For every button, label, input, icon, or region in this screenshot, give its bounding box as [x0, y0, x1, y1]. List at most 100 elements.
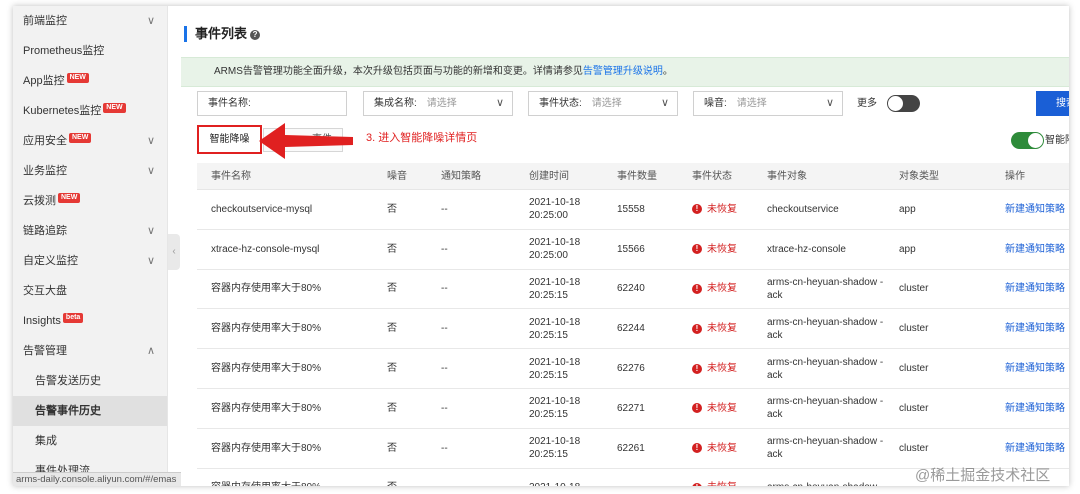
header-created: 创建时间 — [529, 170, 569, 182]
cell-noise: 否 — [387, 283, 397, 295]
cell-count: 62276 — [617, 363, 645, 375]
cell-state: ! 未恢复 — [692, 389, 764, 428]
cell-created: 2021-10-18 20:25:15 — [529, 316, 581, 341]
chevron-down-icon: ∨ — [146, 225, 155, 237]
cell-object-type: app — [899, 203, 916, 215]
sidebar-item-label: 自定义监控 — [23, 255, 78, 267]
sidebar-item-label: 前端监控 — [23, 15, 67, 27]
integration-select[interactable]: 集成名称: 请选择 ∨ — [363, 91, 513, 116]
smart-denoise-toggle-label: 智能降噪 — [1045, 135, 1069, 146]
cell-state: ! 未恢复 — [692, 270, 764, 309]
sidebar-item-frontend-monitor[interactable]: 前端监控 ∨ — [13, 6, 167, 36]
chevron-up-icon: ∧ — [146, 345, 155, 357]
sidebar-item-integration[interactable]: 集成 — [13, 426, 167, 456]
help-icon[interactable]: ? — [250, 30, 261, 40]
more-toggle[interactable] — [887, 95, 920, 112]
cell-policy: -- — [441, 283, 448, 295]
cell-object: checkoutservice — [767, 203, 839, 215]
sidebar-item-custom-monitor[interactable]: 自定义监控 ∨ — [13, 246, 167, 276]
new-policy-link[interactable]: 新建通知策略 — [1005, 190, 1069, 229]
cell-event-name: 容器内存使用率大于80% — [211, 402, 322, 414]
cell-policy: -- — [441, 469, 521, 486]
sidebar-item-alert-send-history[interactable]: 告警发送历史 — [13, 366, 167, 396]
cell-event-name: checkoutservice-mysql — [211, 203, 313, 215]
noise-select[interactable]: 噪音: 请选择 ∨ — [693, 91, 843, 116]
cell-object: arms-cn-heyuan-shadow -ack — [767, 396, 884, 421]
sidebar-item-insights[interactable]: Insights beta — [13, 306, 167, 336]
table-row[interactable]: 容器内存使用率大于80% 否 -- 2021-10-18 20:25:15 62276!… — [197, 349, 1069, 389]
cell-noise: 否 — [387, 469, 427, 486]
smart-denoise-button[interactable]: 智能降噪 — [197, 125, 262, 154]
cell-policy: -- — [441, 203, 448, 215]
sidebar-item-prometheus[interactable]: Prometheus监控 — [13, 36, 167, 66]
cell-created: 2021-10-18 20:25:15 — [529, 436, 581, 461]
event-name-label: 事件名称: — [208, 98, 251, 109]
new-policy-link[interactable]: 新建通知策略 — [1005, 349, 1069, 388]
sidebar-item-tracing[interactable]: 链路追踪 ∨ — [13, 216, 167, 246]
cell-policy: -- — [441, 402, 448, 414]
table-row[interactable]: 容器内存使用率大于80% 否 -- 2021-10-18 20:25:15 62244!… — [197, 309, 1069, 350]
upgrade-notice-link[interactable]: 告警管理升级说明 — [583, 66, 663, 77]
cell-created: 2021-10-18 20:25:15 — [529, 356, 581, 381]
cell-object: arms-cn-heyuan-shadow -ack — [767, 276, 884, 301]
sidebar-item-business-monitor[interactable]: 业务监控 ∨ — [13, 156, 167, 186]
state-text: 未恢复 — [707, 442, 737, 454]
smart-denoise-toggle[interactable] — [1011, 132, 1044, 149]
sidebar-item-cloud-probe[interactable]: 云拨测 NEW — [13, 186, 167, 216]
event-name-input[interactable]: 事件名称: — [197, 91, 347, 116]
cell-event-name: 容器内存使用率大于80% — [211, 363, 322, 375]
sidebar-item-label: 集成 — [35, 435, 57, 447]
sidebar-item-app-security[interactable]: 应用安全 NEW ∨ — [13, 126, 167, 156]
new-policy-link[interactable]: 新建通知策略 — [1005, 389, 1069, 428]
cell-state: ! 未恢复 — [692, 429, 764, 468]
cell-object: arms-cn-heyuan-shadow -ack — [767, 436, 884, 461]
header-object: 事件对象 — [767, 170, 807, 182]
cell-object-type: cluster — [899, 402, 929, 414]
table-row[interactable]: xtrace-hz-console-mysql 否 -- 2021-10-18 20:… — [197, 229, 1069, 270]
chevron-down-icon: ∨ — [660, 97, 669, 109]
sidebar-collapse-handle[interactable]: ‹ — [168, 234, 180, 270]
cell-count — [617, 469, 687, 486]
new-policy-link[interactable]: 新建通知策略 — [1005, 270, 1069, 309]
state-text: 未恢复 — [707, 323, 737, 335]
cell-object-type: cluster — [899, 363, 929, 375]
sidebar-item-app-monitor[interactable]: App监控 NEW — [13, 66, 167, 96]
sidebar-item-label: 告警事件历史 — [35, 405, 101, 417]
cell-state: ! 未恢复 — [692, 469, 764, 486]
search-button[interactable]: 搜索 — [1036, 91, 1069, 116]
cell-object: xtrace-hz-console — [767, 243, 846, 255]
new-policy-link[interactable]: 新建通知策略 — [1005, 429, 1069, 468]
sidebar-item-label: 云拨测 — [23, 195, 56, 207]
cell-created: 2021-10-18 20:25:15 — [529, 396, 581, 421]
sidebar-item-label: Insights — [23, 315, 61, 327]
sidebar-item-kubernetes[interactable]: Kubernetes监控 NEW — [13, 96, 167, 126]
sidebar-item-alert-event-history[interactable]: 告警事件历史 — [13, 396, 167, 426]
cell-policy: -- — [441, 243, 448, 255]
cell-noise: 否 — [387, 323, 397, 335]
table-row[interactable]: 容器内存使用率大于80% 否 -- 2021-10-18 20:25:15 62271!… — [197, 388, 1069, 429]
sidebar-item-alert-management[interactable]: 告警管理 ∧ — [13, 336, 167, 366]
sidebar-item-label: App监控 — [23, 75, 65, 87]
notice-end: 。 — [662, 66, 673, 77]
table-row[interactable]: 容器内存使用率大于80% 否 -- 2021-10-18 20:25:15 62240!… — [197, 269, 1069, 310]
sidebar-item-dashboard[interactable]: 交互大盘 — [13, 276, 167, 306]
cell-noise: 否 — [387, 363, 397, 375]
page-title: 事件列表? — [184, 26, 261, 42]
alert-icon: ! — [692, 443, 702, 454]
cell-state: ! 未恢复 — [692, 349, 764, 388]
new-policy-link[interactable]: 新建通知策略 — [1005, 309, 1069, 348]
new-policy-link[interactable]: 新建通知策略 — [1005, 230, 1069, 269]
new-badge: NEW — [103, 103, 126, 113]
table-row[interactable]: 容器内存使用率大于80% 否 -- 2021-10-18 20:25:15 62261!… — [197, 428, 1069, 469]
cell-count: 62271 — [617, 402, 645, 414]
alert-icon: ! — [692, 363, 702, 374]
cell-count: 15566 — [617, 243, 645, 255]
table-row[interactable]: checkoutservice-mysql 否 -- 2021-10-18 20:25… — [197, 190, 1069, 230]
event-state-select[interactable]: 事件状态: 请选择 ∨ — [528, 91, 678, 116]
state-text: 未恢复 — [707, 402, 737, 414]
chevron-down-icon: ∨ — [495, 97, 504, 109]
new-badge: NEW — [58, 193, 81, 203]
cell-state: ! 未恢复 — [692, 230, 764, 269]
cell-object-type: app — [899, 243, 916, 255]
cell-noise: 否 — [387, 203, 397, 215]
